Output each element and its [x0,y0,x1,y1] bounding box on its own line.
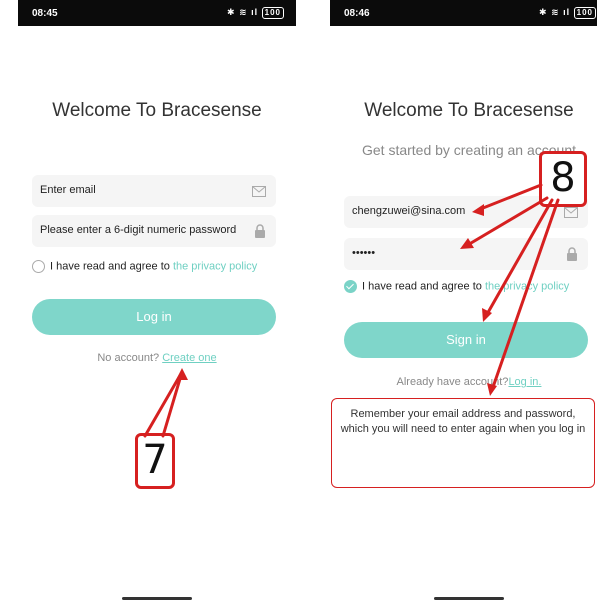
agree-checkbox-checked[interactable] [344,280,357,293]
agree-checkbox[interactable] [32,260,45,273]
signin-button[interactable]: Sign in [344,322,588,358]
agree-row[interactable]: I have read and agree to the privacy pol… [32,260,257,273]
password-field[interactable]: Please enter a 6-digit numeric password [32,215,276,247]
signal-icons: ✱ ≋ ıl [227,7,259,17]
login-button[interactable]: Log in [32,299,276,335]
note-text: Remember your email address and password… [340,408,586,435]
agree-text: I have read and agree to [362,280,482,293]
privacy-policy-link[interactable]: the privacy policy [485,280,569,292]
status-icons: ✱ ≋ ıl 100 [227,7,284,19]
status-bar: 08:45 ✱ ≋ ıl 100 [18,0,296,26]
agree-row[interactable]: I have read and agree to the privacy pol… [344,280,569,293]
home-indicator[interactable] [122,597,192,600]
password-value: •••••• [352,247,376,259]
no-account-row: No account? Create one [18,352,296,364]
mail-icon [252,184,266,202]
signal-icons: ✱ ≋ ıl [539,7,571,17]
mail-icon [564,205,578,223]
battery-icon: 100 [573,7,596,19]
status-bar: 08:46 ✱ ≋ ıl 100 [330,0,597,26]
login-link[interactable]: Log in. [508,376,541,388]
privacy-policy-link[interactable]: the privacy policy [173,260,257,272]
status-icons: ✱ ≋ ıl 100 [539,7,596,19]
no-account-text: No account? [97,352,160,364]
signup-screen: 08:46 ✱ ≋ ıl 100 Welcome To Bracesense G… [330,0,597,610]
email-value: chengzuwei@sina.com [352,205,466,217]
step-badge-7: 7 [135,433,175,489]
step-badge-8: 8 [539,151,587,207]
create-account-link[interactable]: Create one [162,352,216,364]
have-account-row: Already have account?Log in. [330,376,597,388]
battery-icon: 100 [261,7,284,19]
home-indicator[interactable] [434,597,504,600]
login-screen: 08:45 ✱ ≋ ıl 100 Welcome To Bracesense E… [18,0,296,610]
email-field[interactable]: Enter email [32,175,276,207]
email-placeholder: Enter email [40,184,96,196]
page-title: Welcome To Bracesense [52,100,262,121]
status-time: 08:46 [344,8,370,19]
page-title: Welcome To Bracesense [364,100,574,121]
status-time: 08:45 [32,8,58,19]
note-callout: Remember your email address and password… [331,398,595,488]
agree-text: I have read and agree to [50,260,170,273]
lock-icon [566,247,578,266]
password-placeholder: Please enter a 6-digit numeric password [40,224,237,236]
password-field[interactable]: •••••• [344,238,588,270]
have-account-text: Already have account? [396,376,509,388]
lock-icon [254,224,266,243]
